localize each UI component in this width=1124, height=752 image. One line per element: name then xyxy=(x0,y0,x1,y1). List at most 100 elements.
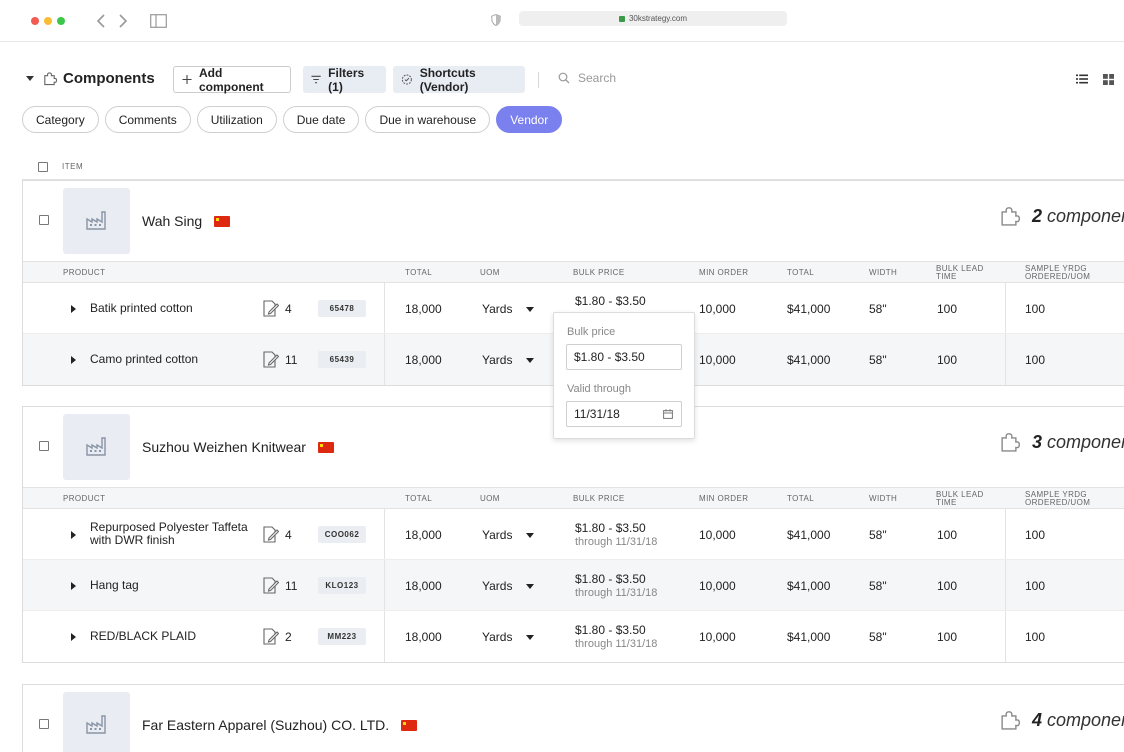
valid-through-value: 11/31/18 xyxy=(574,407,620,421)
expand-row-icon[interactable] xyxy=(71,356,76,364)
vendor-checkbox[interactable] xyxy=(39,719,49,729)
address-bar[interactable]: 30kstrategy.com xyxy=(519,11,787,26)
bulk-lead-time: 100 xyxy=(937,302,958,316)
column-divider xyxy=(384,283,385,333)
bulk-price-value: $1.80 - $3.50 xyxy=(575,294,646,308)
china-flag-icon xyxy=(401,720,418,731)
width-value: 58" xyxy=(869,302,887,316)
bulk-price[interactable]: $1.80 - $3.50 xyxy=(575,294,646,308)
forward-arrow-icon[interactable] xyxy=(115,12,131,30)
filters-button[interactable]: Filters (1) xyxy=(303,66,386,94)
component-count-number: 3 xyxy=(1032,431,1043,452)
col-bulk-price: BULK PRICE xyxy=(573,268,625,277)
expand-row-icon[interactable] xyxy=(71,531,76,539)
valid-through-input[interactable]: 11/31/18 xyxy=(566,401,682,427)
document-count: 4 xyxy=(285,302,292,316)
min-order: 10,000 xyxy=(699,353,736,367)
select-all-checkbox[interactable] xyxy=(38,162,48,172)
total-cost: $41,000 xyxy=(787,302,831,316)
sample-yrdg: 100 xyxy=(1025,528,1046,542)
uom-value: Yards xyxy=(482,528,513,542)
window-minimize-button[interactable] xyxy=(44,17,52,25)
component-count-number: 2 xyxy=(1032,205,1043,226)
vendor-thumbnail xyxy=(63,188,130,254)
sample-yrdg: 100 xyxy=(1025,579,1046,593)
product-name[interactable]: Camo printed cotton xyxy=(90,353,255,366)
table-row[interactable]: RED/BLACK PLAID 2 MM223 18,000 Yards $1.… xyxy=(23,611,1124,662)
window-close-button[interactable] xyxy=(31,17,39,25)
product-name[interactable]: Batik printed cotton xyxy=(90,302,255,315)
bulk-price[interactable]: $1.80 - $3.50 through 11/31/18 xyxy=(575,521,657,549)
document-icon[interactable] xyxy=(263,300,279,317)
component-count: 3 component xyxy=(998,431,1124,453)
width-value: 58" xyxy=(869,579,887,593)
vendor-checkbox[interactable] xyxy=(39,215,49,225)
vendor-group: Far Eastern Apparel (Suzhou) CO. LTD. 4 … xyxy=(22,684,1124,752)
uom-dropdown[interactable]: Yards xyxy=(482,630,535,644)
product-name[interactable]: Hang tag xyxy=(90,579,255,592)
total-cost: $41,000 xyxy=(787,630,831,644)
column-divider xyxy=(384,611,385,662)
expand-row-icon[interactable] xyxy=(71,633,76,641)
chip-category[interactable]: Category xyxy=(22,106,99,133)
col-min-order: MIN ORDER xyxy=(699,494,749,503)
add-component-button[interactable]: Add component xyxy=(173,66,291,94)
uom-dropdown[interactable]: Yards xyxy=(482,528,535,542)
uom-dropdown[interactable]: Yards xyxy=(482,353,535,367)
calendar-icon[interactable] xyxy=(663,409,673,419)
sidebar-toggle-icon[interactable] xyxy=(150,14,167,28)
component-count-number: 4 xyxy=(1032,709,1043,730)
search-input[interactable]: Search xyxy=(558,71,616,85)
product-name[interactable]: Repurposed Polyester Taffeta with DWR fi… xyxy=(90,521,255,547)
dropdown-caret-icon xyxy=(526,306,535,312)
expand-row-icon[interactable] xyxy=(71,305,76,313)
lock-icon xyxy=(618,15,625,22)
collapse-caret-icon[interactable] xyxy=(26,76,34,81)
min-order: 10,000 xyxy=(699,630,736,644)
gear-icon xyxy=(401,74,412,85)
window-zoom-button[interactable] xyxy=(57,17,65,25)
plus-icon xyxy=(182,74,192,85)
vendor-name-text: Suzhou Weizhen Knitwear xyxy=(142,439,306,455)
bulk-price-through: through 11/31/18 xyxy=(575,587,658,599)
shortcuts-button[interactable]: Shortcuts (Vendor) xyxy=(393,66,525,94)
document-icon[interactable] xyxy=(263,577,279,594)
bulk-price-value: $1.80 - $3.50 xyxy=(575,623,646,637)
bulk-price[interactable]: $1.80 - $3.50 through 11/31/18 xyxy=(575,623,657,651)
document-icon[interactable] xyxy=(263,526,279,543)
bulk-price-input[interactable]: $1.80 - $3.50 xyxy=(566,344,682,370)
col-bulk-lead-line2: TIME xyxy=(936,272,957,281)
min-order: 10,000 xyxy=(699,528,736,542)
bulk-price[interactable]: $1.80 - $3.50 through 11/31/18 xyxy=(575,572,657,600)
col-product: PRODUCT xyxy=(63,494,106,503)
back-arrow-icon[interactable] xyxy=(93,12,109,30)
uom-dropdown[interactable]: Yards xyxy=(482,302,535,316)
vendor-checkbox[interactable] xyxy=(39,441,49,451)
chip-utilization[interactable]: Utilization xyxy=(196,106,277,133)
list-view-icon[interactable] xyxy=(1076,74,1088,84)
product-name[interactable]: RED/BLACK PLAID xyxy=(90,630,255,643)
bulk-price-through: through 11/31/18 xyxy=(575,536,658,548)
uom-dropdown[interactable]: Yards xyxy=(482,579,535,593)
sample-yrdg: 100 xyxy=(1025,302,1046,316)
col-uom: UOM xyxy=(480,268,500,277)
vendor-name[interactable]: Wah Sing xyxy=(142,213,231,229)
grid-view-icon[interactable] xyxy=(1103,74,1114,85)
chip-due-date[interactable]: Due date xyxy=(282,106,360,133)
total-cost: $41,000 xyxy=(787,579,831,593)
privacy-shield-icon[interactable] xyxy=(491,14,501,26)
vendor-name[interactable]: Far Eastern Apparel (Suzhou) CO. LTD. xyxy=(142,717,418,733)
document-icon[interactable] xyxy=(263,628,279,645)
expand-row-icon[interactable] xyxy=(71,582,76,590)
col-sample-line2: ORDERED/UOM xyxy=(1025,498,1091,507)
chip-comments[interactable]: Comments xyxy=(104,106,191,133)
table-row[interactable]: Repurposed Polyester Taffeta with DWR fi… xyxy=(23,509,1124,560)
col-total: TOTAL xyxy=(405,268,433,277)
chip-due-in-warehouse[interactable]: Due in warehouse xyxy=(365,106,491,133)
vendor-name[interactable]: Suzhou Weizhen Knitwear xyxy=(142,439,334,455)
chip-vendor[interactable]: Vendor xyxy=(496,106,563,133)
url-text: 30kstrategy.com xyxy=(628,14,688,23)
document-icon[interactable] xyxy=(263,351,279,368)
table-row[interactable]: Hang tag 11 KLO123 18,000 Yards $1.80 - … xyxy=(23,560,1124,611)
width-value: 58" xyxy=(869,353,887,367)
